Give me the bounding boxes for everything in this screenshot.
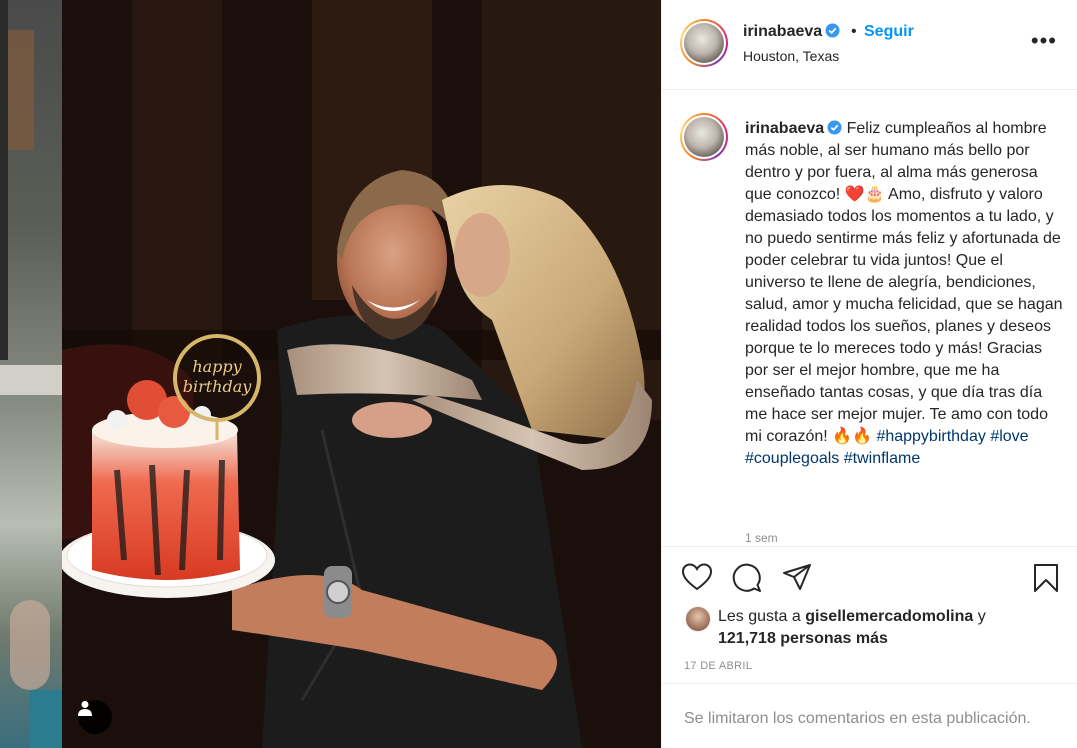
caption-avatar[interactable] (680, 113, 728, 161)
more-options-button[interactable]: ••• (1031, 30, 1057, 52)
user-tag-button[interactable] (78, 700, 112, 734)
comments-disabled-notice: Se limitaron los comentarios en esta pub… (662, 683, 1077, 748)
liker-avatar[interactable] (685, 606, 711, 632)
post-photo[interactable]: happy birthday (62, 0, 661, 748)
post-side-panel: irinabaeva • Seguir Houston, Texas ••• i… (661, 0, 1077, 748)
separator-dot: • (851, 23, 857, 40)
heart-icon (681, 563, 713, 591)
cake-topper-text: happy (192, 357, 242, 376)
post-date: 17 DE ABRIL (684, 660, 753, 672)
username-link[interactable]: irinabaeva (743, 23, 840, 41)
action-bar (662, 546, 1077, 602)
caption-section: irinabaeva Feliz cumpleaños al hombre má… (662, 91, 1077, 545)
user-tag-icon (78, 701, 92, 716)
instagram-post-modal: happy birthday irinabaeva • Seguir Houst… (0, 0, 1077, 748)
caption-text: Feliz cumpleaños al hombre más noble, al… (745, 120, 1063, 445)
post-caption: irinabaeva Feliz cumpleaños al hombre má… (745, 118, 1065, 470)
verified-icon (827, 120, 842, 135)
background-page (0, 0, 62, 748)
photo-illustration: happy birthday (62, 0, 661, 748)
hashtag-link[interactable]: #love (990, 428, 1028, 445)
caption-username[interactable]: irinabaeva (745, 120, 824, 137)
save-button[interactable] (1033, 563, 1059, 598)
verified-icon (825, 23, 840, 38)
bookmark-icon (1034, 564, 1058, 592)
follow-button[interactable]: Seguir (864, 23, 914, 41)
like-button[interactable] (681, 563, 713, 596)
share-icon (783, 564, 811, 590)
svg-text:birthday: birthday (183, 377, 253, 396)
hashtag-link[interactable]: #twinflame (844, 450, 920, 467)
share-button[interactable] (782, 563, 812, 596)
hashtag-link[interactable]: #happybirthday (876, 428, 985, 445)
comment-button[interactable] (732, 563, 762, 598)
likes-line: Les gusta a gisellemercadomolina y (718, 608, 986, 625)
location-link[interactable]: Houston, Texas (743, 48, 839, 64)
likes-section: Les gusta a gisellemercadomolina y 121,7… (662, 604, 1077, 654)
hashtag-link[interactable]: #couplegoals (745, 450, 839, 467)
avatar[interactable] (680, 19, 728, 67)
comment-icon (732, 563, 761, 592)
likes-count[interactable]: 121,718 personas más (718, 630, 888, 648)
caption-time: 1 sem (745, 531, 778, 545)
liker-username[interactable]: gisellemercadomolina (805, 608, 973, 625)
post-header: irinabaeva • Seguir Houston, Texas ••• (662, 0, 1077, 90)
